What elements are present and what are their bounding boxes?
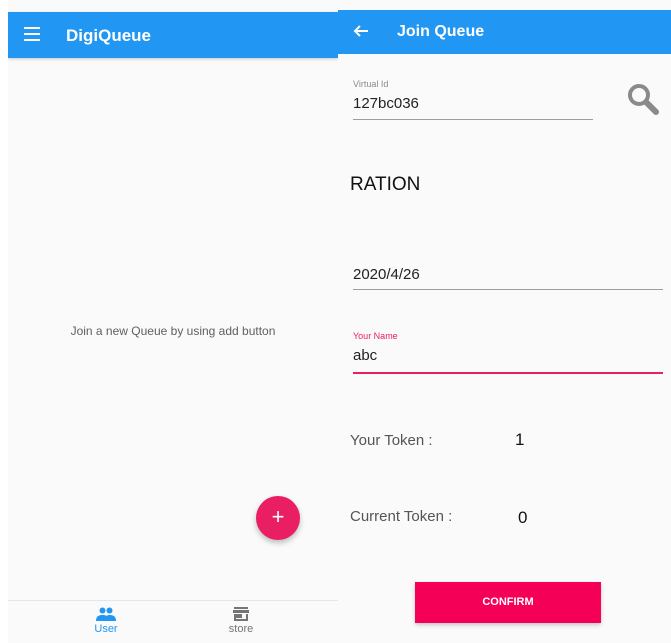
- virtual-id-field[interactable]: Virtual Id 127bc036: [353, 79, 593, 120]
- screen-title: Join Queue: [397, 23, 485, 40]
- nav-item-user[interactable]: User: [66, 607, 146, 635]
- current-token-value: 0: [518, 508, 528, 527]
- app-title: DigiQueue: [66, 26, 152, 45]
- current-token-label: Current Token :: [350, 508, 453, 525]
- your-token-label: Your Token :: [350, 432, 433, 449]
- virtual-id-value[interactable]: 127bc036: [353, 95, 593, 112]
- your-name-label: Your Name: [353, 331, 398, 341]
- your-token-value: 1: [515, 430, 525, 449]
- people-icon: [96, 607, 116, 621]
- menu-icon[interactable]: [24, 27, 40, 41]
- add-queue-button[interactable]: +: [256, 496, 300, 540]
- confirm-button[interactable]: CONFIRM: [415, 582, 601, 623]
- join-queue-screen: Join Queue Virtual Id 127bc036 RATION 20…: [338, 0, 671, 643]
- field-underline: [353, 119, 593, 120]
- empty-state-message: Join a new Queue by using add button: [70, 324, 276, 338]
- field-underline-focused: [353, 372, 663, 374]
- bottom-navigation: User store: [8, 600, 338, 643]
- virtual-id-label: Virtual Id: [353, 79, 389, 89]
- queue-name: RATION: [350, 174, 421, 195]
- nav-label-store: store: [228, 623, 254, 635]
- nav-item-store[interactable]: store: [201, 607, 281, 635]
- date-value[interactable]: 2020/4/26: [353, 266, 663, 283]
- add-icon: +: [271, 504, 285, 529]
- search-icon[interactable]: [626, 82, 660, 116]
- store-icon: [233, 607, 249, 621]
- field-underline: [353, 289, 663, 290]
- queue-list-screen: DigiQueue Join a new Queue by using add …: [8, 0, 338, 643]
- your-name-field[interactable]: Your Name abc: [353, 331, 663, 374]
- arrow-back-icon[interactable]: [353, 23, 369, 39]
- app-bar: DigiQueue: [8, 12, 338, 58]
- date-field[interactable]: 2020/4/26: [353, 266, 663, 290]
- nav-label-user: User: [94, 623, 118, 635]
- app-bar: Join Queue: [338, 10, 671, 54]
- your-name-value[interactable]: abc: [353, 347, 663, 364]
